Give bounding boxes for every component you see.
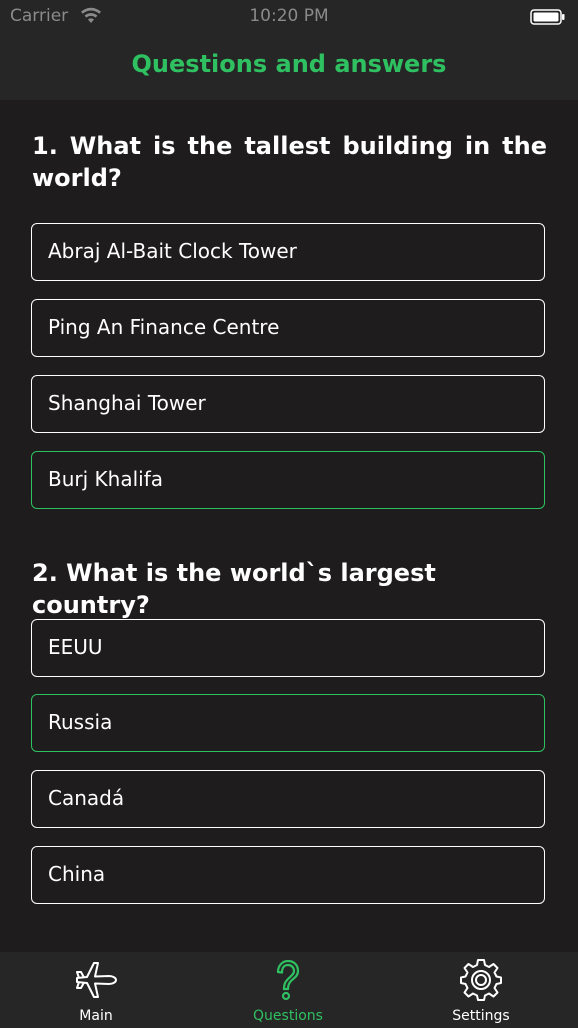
status-bar: Carrier 10:20 PM (0, 0, 578, 32)
question-2-text: 2. What is the world`s largest country? (32, 559, 436, 619)
tab-main[interactable]: Main (0, 952, 192, 1028)
answer-option[interactable]: Abraj Al-Bait Clock Tower (31, 223, 545, 281)
page-title: Questions and answers (131, 50, 447, 78)
answer-option[interactable]: China (31, 846, 545, 904)
tab-settings[interactable]: Settings (385, 952, 577, 1028)
tab-questions[interactable]: Questions (192, 952, 384, 1028)
tab-main-label: Main (79, 1008, 113, 1024)
gear-icon (460, 959, 502, 1001)
answer-option[interactable]: Canadá (31, 770, 545, 828)
tab-settings-label: Settings (452, 1008, 510, 1024)
question-icon (276, 959, 300, 1001)
navigation-bar: Questions and answers (0, 32, 578, 100)
answer-option-correct[interactable]: Russia (31, 694, 545, 752)
answer-option[interactable]: EEUU (31, 619, 545, 677)
answer-option-correct[interactable]: Burj Khalifa (31, 451, 545, 509)
airplane-icon (76, 962, 117, 998)
battery-icon (530, 9, 565, 25)
tab-questions-label: Questions (253, 1008, 323, 1024)
tab-bar: Main Questions Settings (0, 952, 578, 1028)
answer-option[interactable]: Ping An Finance Centre (31, 299, 545, 357)
question-1-text: 1. What is the tallest building in the w… (32, 132, 547, 192)
status-time: 10:20 PM (249, 6, 329, 26)
questions-list[interactable]: 1. What is the tallest building in the w… (0, 100, 578, 952)
answer-option[interactable]: Shanghai Tower (31, 375, 545, 433)
